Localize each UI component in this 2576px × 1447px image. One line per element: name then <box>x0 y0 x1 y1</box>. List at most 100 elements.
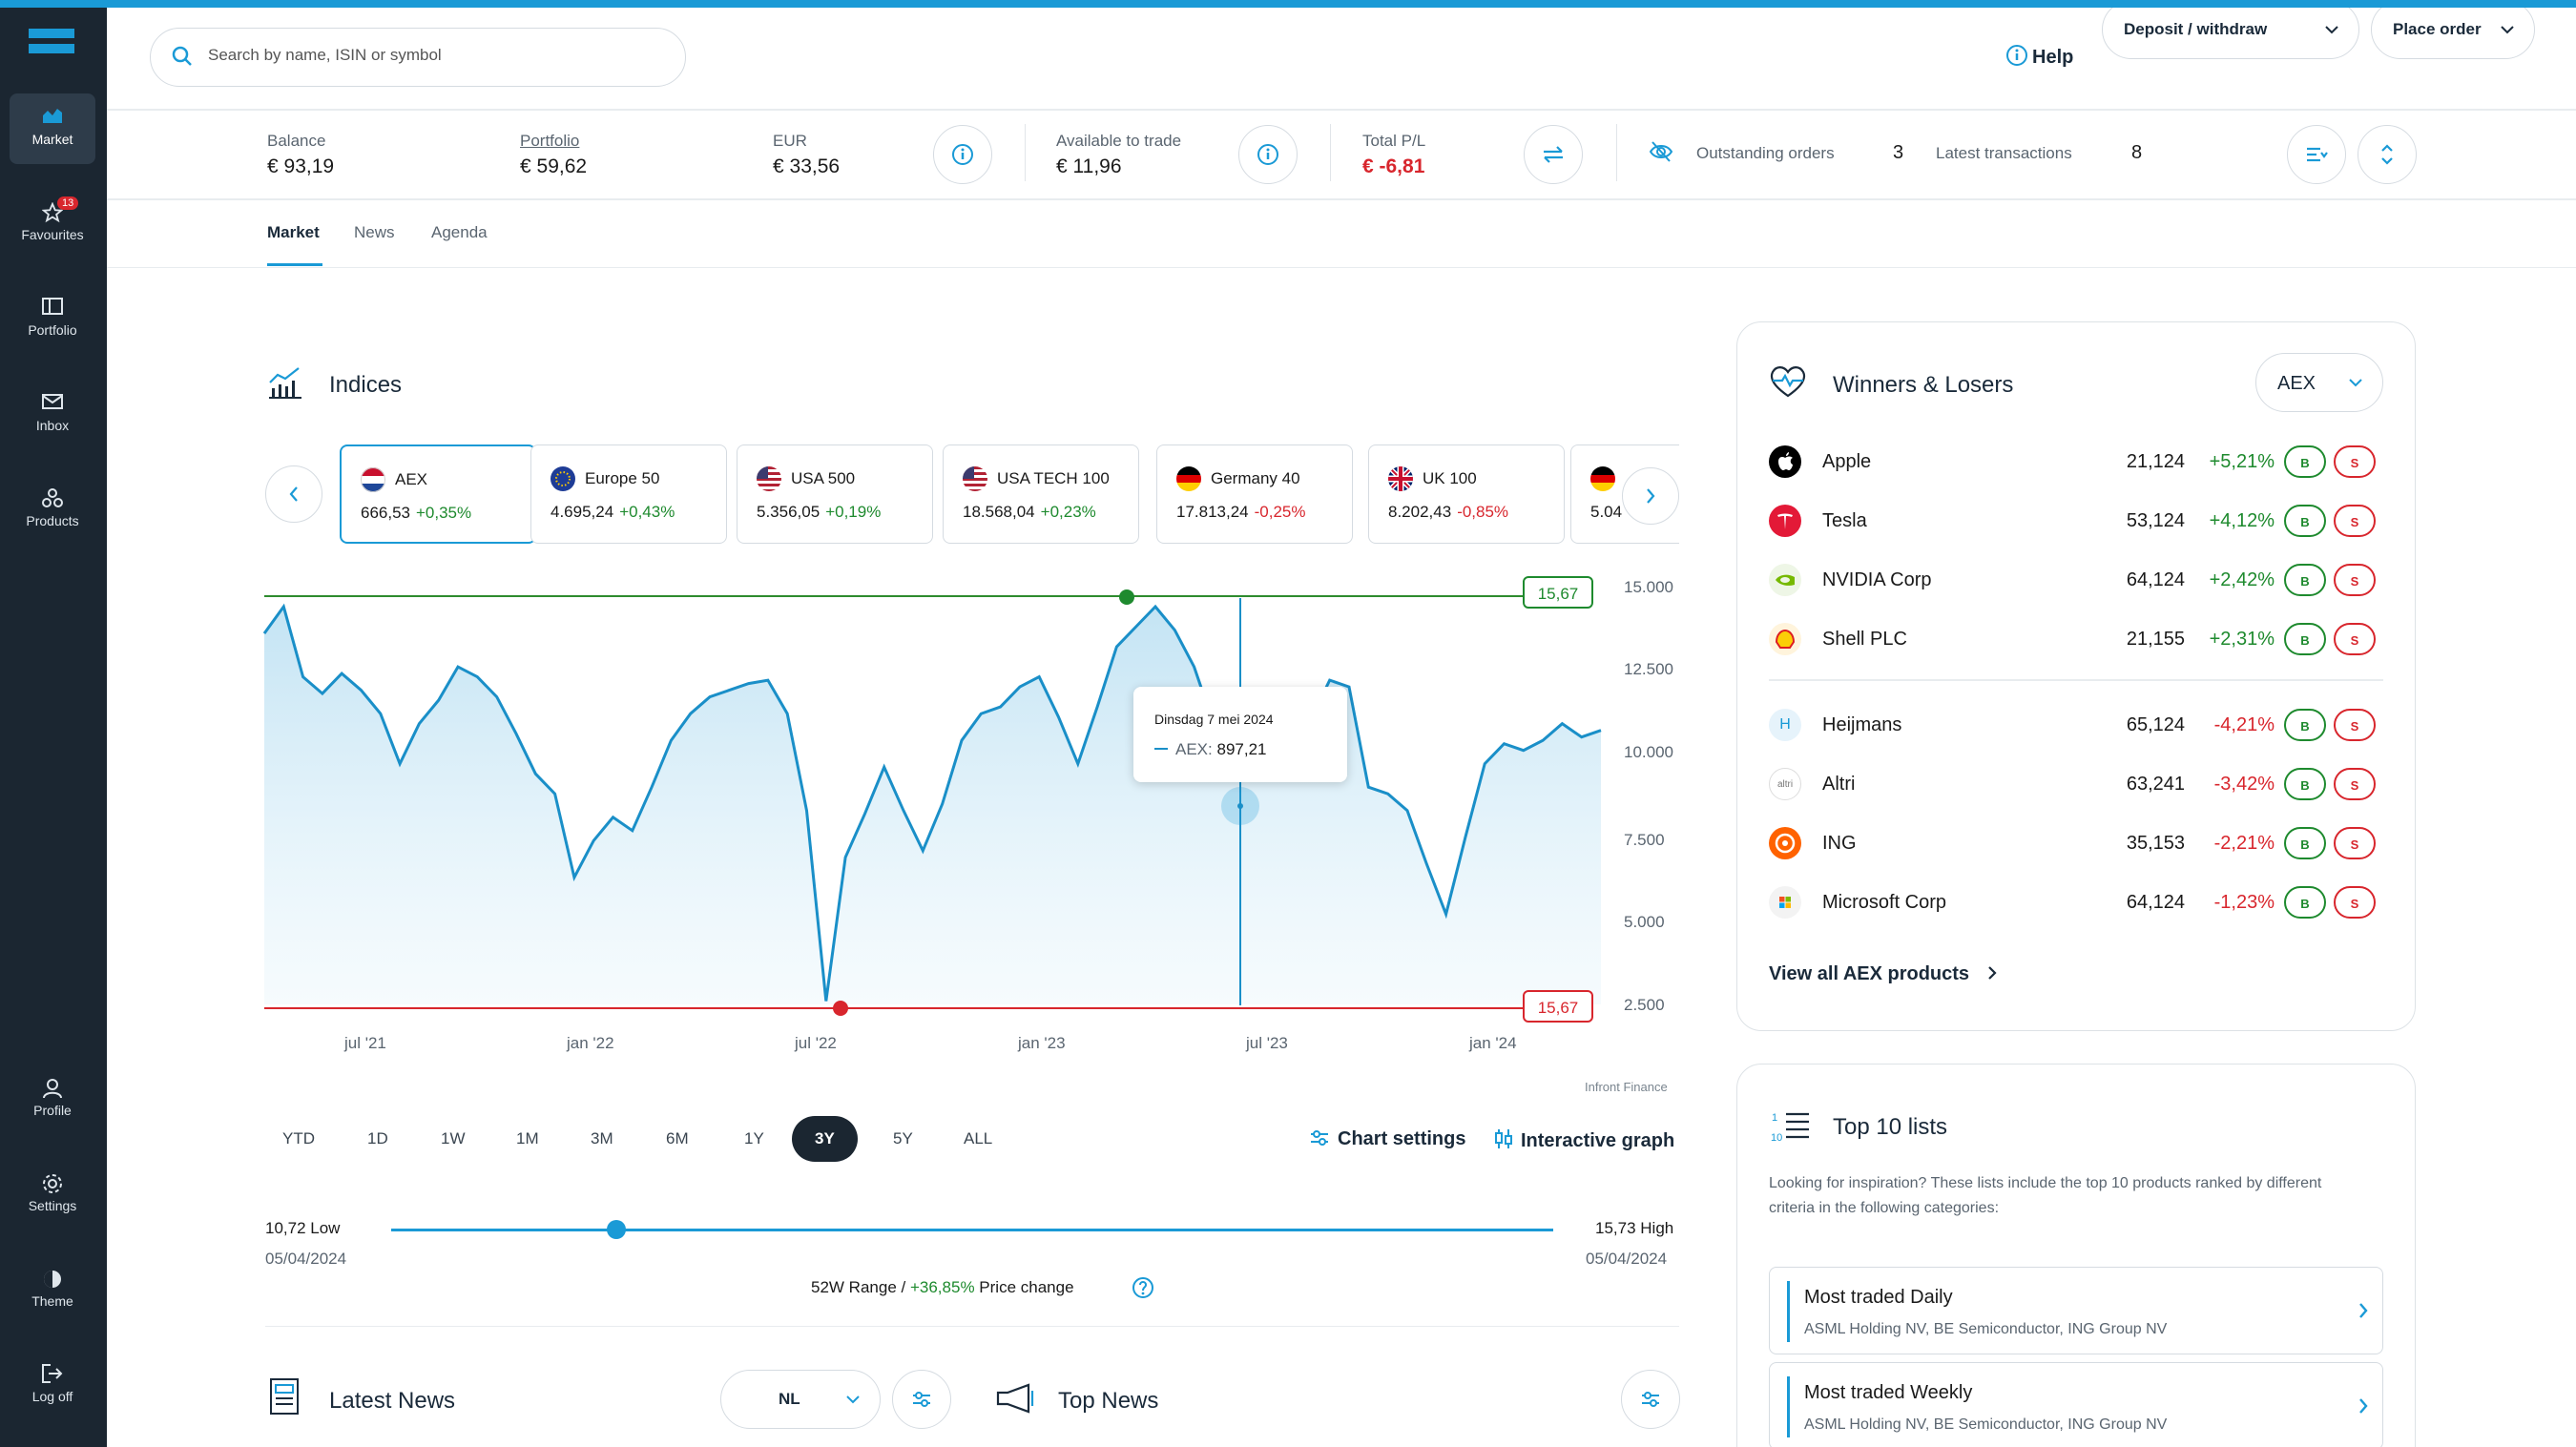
range-current-dot <box>607 1220 626 1239</box>
winners-losers-divider <box>1769 679 2383 681</box>
buy-button[interactable]: B <box>2284 505 2326 537</box>
loser-row[interactable]: Microsoft Corp 64,124 -1,23% B S <box>1769 882 2385 920</box>
range-low: 10,72 Low <box>265 1219 341 1237</box>
tooltip-value: 897,21 <box>1216 740 1267 758</box>
tooltip-series: AEX: <box>1175 740 1213 758</box>
product-price: 21,124 <box>2126 451 2185 472</box>
sell-button[interactable]: S <box>2334 445 2376 478</box>
top10-description: Looking for inspiration? These lists inc… <box>1769 1175 2322 1216</box>
product-name: Microsoft Corp <box>1822 892 1947 913</box>
chevron-down-icon <box>846 1395 860 1404</box>
latest-news-filter-button[interactable] <box>892 1370 951 1429</box>
loser-row[interactable]: altri Altri 63,241 -3,42% B S <box>1769 764 2385 802</box>
period-all[interactable]: ALL <box>964 1129 992 1148</box>
product-change: +4,12% <box>2209 510 2275 531</box>
candlestick-icon <box>1495 1129 1512 1148</box>
sell-button[interactable]: S <box>2334 768 2376 800</box>
product-name: Altri <box>1822 774 1856 795</box>
top10-item-subtitle: ASML Holding NV, BE Semiconductor, ING G… <box>1804 1416 2168 1433</box>
series-swatch <box>1154 748 1168 750</box>
crosshair-dot <box>1237 803 1243 809</box>
item-accent-bar <box>1787 1281 1790 1342</box>
apple-logo-icon <box>1769 445 1801 478</box>
product-price: 53,124 <box>2126 510 2185 531</box>
winners-index-select[interactable]: AEX <box>2255 353 2383 412</box>
product-price: 35,153 <box>2126 833 2185 854</box>
product-price: 64,124 <box>2126 569 2185 590</box>
chevron-right-icon <box>1987 966 1997 980</box>
product-change: -1,23% <box>2213 892 2275 913</box>
sliders-icon <box>1642 1392 1659 1407</box>
heart-pulse-icon <box>1770 366 1806 398</box>
top10-list-item[interactable]: Most traded Daily ASML Holding NV, BE Se… <box>1769 1267 2383 1354</box>
news-language-select[interactable]: NL <box>720 1370 881 1429</box>
x-tick-label: jul '21 <box>344 1034 386 1052</box>
buy-button[interactable]: B <box>2284 827 2326 859</box>
interactive-graph-button[interactable]: Interactive graph <box>1494 1128 1674 1152</box>
megaphone-icon <box>996 1383 1034 1414</box>
high-value-tag: 15,67 <box>1523 576 1593 609</box>
buy-button[interactable]: B <box>2284 445 2326 478</box>
sell-button[interactable]: S <box>2334 623 2376 655</box>
sell-button[interactable]: S <box>2334 886 2376 919</box>
chevron-down-icon <box>2349 379 2362 387</box>
svg-text:1: 1 <box>1772 1112 1777 1124</box>
interactive-graph-label: Interactive graph <box>1521 1130 1675 1151</box>
altri-logo-icon: altri <box>1769 768 1801 800</box>
buy-button[interactable]: B <box>2284 564 2326 596</box>
sell-button[interactable]: S <box>2334 709 2376 741</box>
buy-button[interactable]: B <box>2284 623 2326 655</box>
product-change: -4,21% <box>2213 714 2275 735</box>
sell-button[interactable]: S <box>2334 827 2376 859</box>
ing-logo-icon <box>1769 827 1801 859</box>
period-1d[interactable]: 1D <box>367 1129 388 1148</box>
sell-button[interactable]: S <box>2334 505 2376 537</box>
period-5y[interactable]: 5Y <box>893 1129 913 1148</box>
top10-item-title: Most traded Weekly <box>1804 1382 1973 1403</box>
period-ytd[interactable]: YTD <box>282 1129 315 1148</box>
y-tick-label: 7.500 <box>1624 831 1665 849</box>
svg-text:10: 10 <box>1771 1132 1782 1143</box>
low-marker-dot <box>833 1001 848 1016</box>
language-label: NL <box>779 1390 800 1408</box>
winner-row[interactable]: Shell PLC 21,155 +2,31% B S <box>1769 619 2385 657</box>
loser-row[interactable]: ING 35,153 -2,21% B S <box>1769 823 2385 861</box>
buy-button[interactable]: B <box>2284 886 2326 919</box>
newspaper-icon <box>270 1378 299 1415</box>
range-high: 15,73 High <box>1595 1219 1674 1237</box>
buy-button[interactable]: B <box>2284 768 2326 800</box>
winner-row[interactable]: Tesla 53,124 +4,12% B S <box>1769 501 2385 539</box>
period-1w[interactable]: 1W <box>441 1129 466 1148</box>
winners-index-label: AEX <box>2277 373 2316 394</box>
product-name: Tesla <box>1822 510 1867 531</box>
top-accent-bar <box>0 0 2576 8</box>
range-track <box>391 1229 1553 1231</box>
chart-settings-button[interactable]: Chart settings <box>1309 1128 1465 1150</box>
shell-logo-icon <box>1769 623 1801 655</box>
winners-losers-panel <box>1736 321 2416 1031</box>
buy-button[interactable]: B <box>2284 709 2326 741</box>
heijmans-logo-icon: H <box>1769 709 1801 741</box>
period-6m[interactable]: 6M <box>666 1129 689 1148</box>
period-3m[interactable]: 3M <box>591 1129 613 1148</box>
sell-button[interactable]: S <box>2334 564 2376 596</box>
product-change: +2,31% <box>2209 629 2275 650</box>
tesla-logo-icon <box>1769 505 1801 537</box>
price-change-label: Price change <box>979 1278 1074 1296</box>
winner-row[interactable]: NVIDIA Corp 64,124 +2,42% B S <box>1769 560 2385 598</box>
winner-row[interactable]: Apple 21,124 +5,21% B S <box>1769 442 2385 480</box>
product-price: 64,124 <box>2126 892 2185 913</box>
sliders-icon <box>913 1392 930 1407</box>
product-change: +2,42% <box>2209 569 2275 590</box>
loser-row[interactable]: H Heijmans 65,124 -4,21% B S <box>1769 705 2385 743</box>
top-news-filter-button[interactable] <box>1621 1370 1680 1429</box>
nvidia-logo-icon <box>1769 564 1801 596</box>
period-3y[interactable]: 3Y <box>792 1116 858 1162</box>
chart-source: Infront Finance <box>1585 1080 1668 1094</box>
view-all-aex-link[interactable]: View all AEX products <box>1769 963 1998 985</box>
period-1y[interactable]: 1Y <box>744 1129 764 1148</box>
top10-list-item[interactable]: Most traded Weekly ASML Holding NV, BE S… <box>1769 1362 2383 1447</box>
period-1m[interactable]: 1M <box>516 1129 539 1148</box>
help-icon[interactable] <box>1132 1276 1154 1299</box>
chevron-right-icon <box>2359 1398 2368 1414</box>
